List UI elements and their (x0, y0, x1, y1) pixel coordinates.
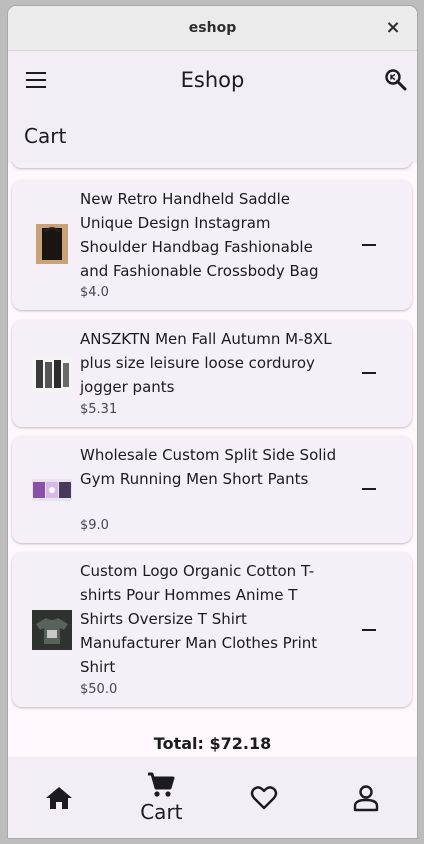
product-thumbnail-pants (32, 356, 72, 392)
window-title: eshop (188, 20, 237, 36)
item-name: New Retro Handheld Saddle Unique Design … (80, 190, 319, 280)
bottom-navigation: Cart (8, 757, 417, 838)
remove-item-icon[interactable] (362, 629, 376, 631)
cart-total: Total: $72.18 (153, 734, 272, 753)
nav-item-favorites[interactable] (213, 757, 315, 838)
cart-item[interactable]: New Retro Handheld Saddle Unique Design … (12, 180, 412, 310)
item-name: Wholesale Custom Split Side Solid Gym Ru… (80, 446, 337, 488)
product-thumbnail-handbag (36, 224, 68, 264)
nav-item-cart[interactable]: Cart (110, 757, 212, 838)
heart-icon (250, 785, 277, 809)
person-icon (353, 784, 379, 811)
search-icon[interactable] (384, 68, 408, 92)
cart-item[interactable]: Custom Logo Organic Cotton T-shirts Pour… (12, 552, 412, 707)
item-price: $50.0 (80, 682, 118, 697)
page-heading: Cart (8, 109, 417, 163)
app-title: Eshop (180, 68, 245, 92)
remove-item-icon[interactable] (362, 372, 376, 374)
app-bar: Eshop (8, 51, 417, 109)
item-name: Custom Logo Organic Cotton T-shirts Pour… (80, 562, 318, 676)
item-price: $5.31 (80, 402, 118, 417)
cart-item[interactable]: Wholesale Custom Split Side Solid Gym Ru… (12, 436, 412, 543)
cart-icon (148, 772, 175, 797)
cart-item[interactable]: ANSZKTN Men Fall Autumn M-8XL plus size … (12, 320, 412, 427)
product-thumbnail-tshirt (32, 610, 72, 650)
window-titlebar[interactable]: eshop × (8, 6, 417, 51)
remove-item-icon[interactable] (362, 488, 376, 490)
product-thumbnail-shorts (32, 479, 72, 501)
cart-list[interactable]: New Retro Handheld Saddle Unique Design … (8, 162, 417, 757)
nav-item-profile[interactable] (315, 757, 417, 838)
home-icon (46, 786, 73, 809)
item-name: ANSZKTN Men Fall Autumn M-8XL plus size … (80, 330, 332, 396)
app-window: eshop × Eshop Cart New Retro Handheld Sa… (8, 6, 417, 838)
nav-item-home[interactable] (8, 757, 110, 838)
remove-item-icon[interactable] (362, 244, 376, 246)
cart-item-partial (12, 162, 412, 168)
close-icon[interactable]: × (383, 18, 403, 38)
hamburger-menu-icon[interactable] (26, 72, 46, 88)
item-price: $9.0 (80, 518, 109, 533)
nav-label-cart: Cart (140, 799, 183, 824)
item-price: $4.0 (80, 285, 109, 300)
